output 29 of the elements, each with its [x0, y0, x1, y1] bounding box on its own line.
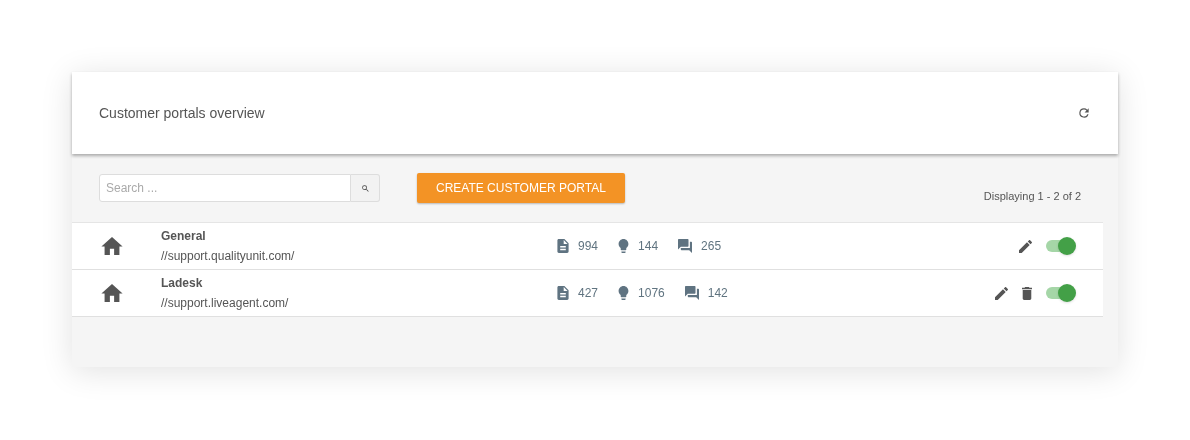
refresh-icon[interactable]: [1077, 106, 1091, 120]
home-icon: [101, 284, 123, 302]
document-icon: [557, 286, 569, 300]
stat-count: 142: [707, 285, 728, 302]
stat-count: 265: [701, 238, 722, 255]
portal-url: //support.qualityunit.com/: [161, 248, 296, 265]
stat-count: 1076: [638, 285, 665, 302]
home-icon: [101, 237, 123, 255]
search-field[interactable]: Search ...: [99, 174, 351, 202]
portal-name: Ladesk: [161, 275, 204, 292]
toggle-switch[interactable]: [1046, 287, 1075, 299]
toggle-switch[interactable]: [1046, 240, 1075, 252]
lightbulb-icon: [618, 239, 630, 253]
stat-count: 144: [638, 238, 659, 255]
portal-url: //support.liveagent.com/: [161, 295, 290, 312]
stat-count: 994: [578, 238, 599, 255]
page-title: Customer portals overview: [99, 103, 265, 123]
edit-icon[interactable]: [1019, 239, 1032, 253]
lightbulb-icon: [618, 286, 630, 300]
edit-icon[interactable]: [995, 286, 1008, 300]
paging-info: Displaying 1 - 2 of 2: [983, 188, 1081, 204]
chat-icon: [684, 286, 699, 300]
portal-name: General: [161, 228, 207, 245]
stat-count: 427: [578, 285, 599, 302]
chat-icon: [678, 239, 693, 253]
document-icon: [557, 239, 569, 253]
portal-row[interactable]: General //support.qualityunit.com/ 994 144 265: [72, 223, 1103, 270]
delete-icon[interactable]: [1022, 286, 1032, 300]
portal-row[interactable]: Ladesk //support.liveagent.com/ 427 1076 142: [72, 270, 1103, 317]
